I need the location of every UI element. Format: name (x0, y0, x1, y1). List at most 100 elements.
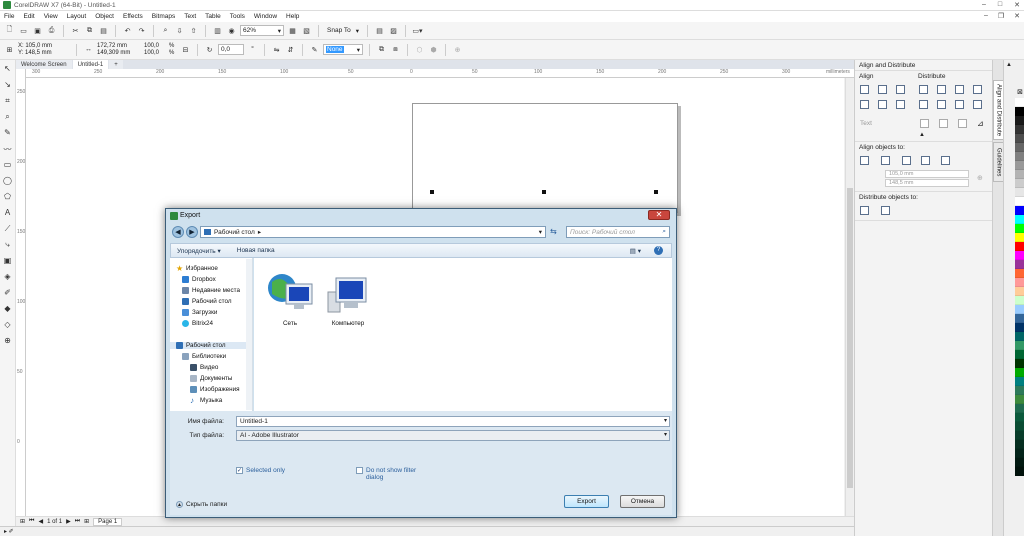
options-icon[interactable]: ▤ (374, 25, 385, 36)
color-swatch[interactable] (1015, 350, 1024, 359)
collapse-arrow-icon[interactable]: ▲ (919, 132, 925, 138)
vertical-scrollbar[interactable] (845, 78, 853, 516)
menu-effects[interactable]: Effects (123, 13, 143, 20)
color-swatch[interactable] (1015, 215, 1024, 224)
nav-desktop-root[interactable]: Рабочий стол (170, 342, 246, 349)
polygon-tool-icon[interactable]: ⬠ (3, 192, 13, 203)
no-color-icon[interactable]: ⊠ (1015, 88, 1024, 97)
filetype-select[interactable]: AI - Adobe Illustrator ▾ (236, 430, 670, 441)
redo-icon[interactable]: ↷ (136, 25, 147, 36)
color-swatch[interactable] (1015, 323, 1024, 332)
pin-icon[interactable]: ⊿ (977, 119, 984, 128)
forward-button[interactable]: ▶ (186, 226, 198, 238)
height-field[interactable]: 149,309 mm (97, 50, 141, 57)
back-button[interactable]: ◀ (172, 226, 184, 238)
menu-view[interactable]: View (44, 13, 58, 20)
selection-handle[interactable] (654, 190, 658, 194)
horizontal-ruler[interactable]: 300 250 200 150 100 50 0 50 100 150 200 … (26, 69, 854, 78)
corel-connect-icon[interactable]: ◉ (226, 25, 237, 36)
color-swatch[interactable] (1015, 125, 1024, 134)
color-swatch[interactable] (1015, 197, 1024, 206)
color-swatch[interactable] (1015, 161, 1024, 170)
align-x-field[interactable]: 105,0 mm (885, 170, 969, 178)
color-swatch[interactable] (1015, 242, 1024, 251)
text-align-icon[interactable] (958, 119, 967, 128)
dialog-close-button[interactable]: ✕ (648, 210, 670, 220)
color-swatch[interactable] (1015, 170, 1024, 179)
launcher-dropdown-icon[interactable]: ▭▾ (412, 25, 423, 36)
scale-y-field[interactable]: 100,0 (144, 50, 166, 57)
color-swatch[interactable] (1015, 224, 1024, 233)
menu-window[interactable]: Window (254, 13, 277, 20)
align-center-h-icon[interactable] (878, 85, 887, 94)
new-tab-button[interactable]: + (109, 60, 123, 69)
tab-welcome-screen[interactable]: Welcome Screen (16, 60, 72, 69)
y-position-field[interactable]: Y: 148,5 mm (18, 50, 70, 57)
width-field[interactable]: 172,72 mm (97, 43, 141, 50)
rectangle-tool-icon[interactable]: ▭ (3, 160, 13, 171)
color-swatch[interactable] (1015, 341, 1024, 350)
refresh-icon[interactable]: ⇆ (550, 227, 557, 236)
color-swatch[interactable] (1015, 143, 1024, 152)
doc-restore-button[interactable]: ❐ (998, 12, 1004, 20)
nav-recent-places[interactable]: Недавние места (182, 287, 240, 294)
menu-object[interactable]: Object (95, 13, 114, 20)
color-swatch[interactable] (1015, 413, 1024, 422)
distribute-vspacing-icon[interactable] (955, 100, 964, 109)
color-swatch[interactable] (1015, 449, 1024, 458)
selection-handle[interactable] (430, 190, 434, 194)
align-top-icon[interactable] (860, 100, 869, 109)
ellipse-tool-icon[interactable]: ◯ (3, 176, 13, 187)
align-y-field[interactable]: 148,5 mm (885, 179, 969, 187)
nav-bitrix24[interactable]: Bitrix24 (182, 320, 213, 327)
target-icon[interactable]: ⊕ (977, 174, 983, 182)
interactive-fill-tool-icon[interactable]: ◆ (3, 304, 13, 315)
nav-favorites[interactable]: ★ Избранное (176, 265, 218, 273)
doc-minimize-button[interactable]: – (984, 12, 988, 20)
menu-table[interactable]: Table (205, 13, 221, 20)
paste-icon[interactable]: ▤ (98, 25, 109, 36)
page-center-icon[interactable] (902, 156, 911, 165)
scale-x-field[interactable]: 100,0 (144, 43, 166, 50)
nav-video[interactable]: Видео (190, 364, 218, 371)
to-front-icon[interactable]: ⧉ (376, 44, 387, 55)
text-tool-icon[interactable]: A (3, 208, 13, 219)
new-folder-button[interactable]: Новая папка (237, 247, 275, 254)
specified-point-icon[interactable] (941, 156, 950, 165)
page-tab[interactable]: Page 1 (93, 517, 123, 526)
color-swatch[interactable] (1015, 278, 1024, 287)
shape-tool-icon[interactable]: ↘ (3, 80, 13, 91)
menu-layout[interactable]: Layout (67, 13, 87, 20)
drop-shadow-tool-icon[interactable]: ▣ (3, 256, 13, 267)
selected-only-checkbox[interactable]: ✓ Selected only (236, 467, 285, 474)
color-swatch[interactable] (1015, 296, 1024, 305)
color-swatch[interactable] (1015, 179, 1024, 188)
align-bottom-icon[interactable] (896, 100, 905, 109)
welcome-screen-icon[interactable]: ▨ (388, 25, 399, 36)
grid-icon[interactable] (921, 156, 930, 165)
menu-text[interactable]: Text (184, 13, 196, 20)
checkbox-unchecked-icon[interactable] (356, 467, 363, 474)
nav-downloads[interactable]: Загрузки (182, 309, 217, 316)
align-left-icon[interactable] (860, 85, 869, 94)
color-swatch[interactable] (1015, 395, 1024, 404)
color-swatch[interactable] (1015, 98, 1024, 107)
crop-tool-icon[interactable]: ⌗ (3, 96, 13, 107)
align-center-v-icon[interactable] (878, 100, 887, 109)
mirror-horizontal-icon[interactable]: ⇋ (271, 44, 282, 55)
export-icon[interactable]: ⇧ (188, 25, 199, 36)
color-swatch[interactable] (1015, 314, 1024, 323)
color-swatch[interactable] (1015, 431, 1024, 440)
maximize-button[interactable]: □ (998, 1, 1002, 9)
palette-arrow-icon[interactable]: ▲ (1006, 62, 1012, 68)
minimize-button[interactable]: – (982, 1, 986, 9)
add-preset-icon[interactable]: ⊕ (452, 44, 463, 55)
text-align-icon[interactable] (939, 119, 948, 128)
navigation-scrollbar[interactable] (246, 259, 252, 410)
page-settings-icon[interactable]: ⊞ (20, 518, 25, 525)
nav-dropbox[interactable]: Dropbox (182, 276, 216, 283)
menu-bitmaps[interactable]: Bitmaps (152, 13, 175, 20)
nav-desktop[interactable]: Рабочий стол (182, 298, 232, 305)
app-launcher-icon[interactable]: ▥ (212, 25, 223, 36)
align-right-icon[interactable] (896, 85, 905, 94)
